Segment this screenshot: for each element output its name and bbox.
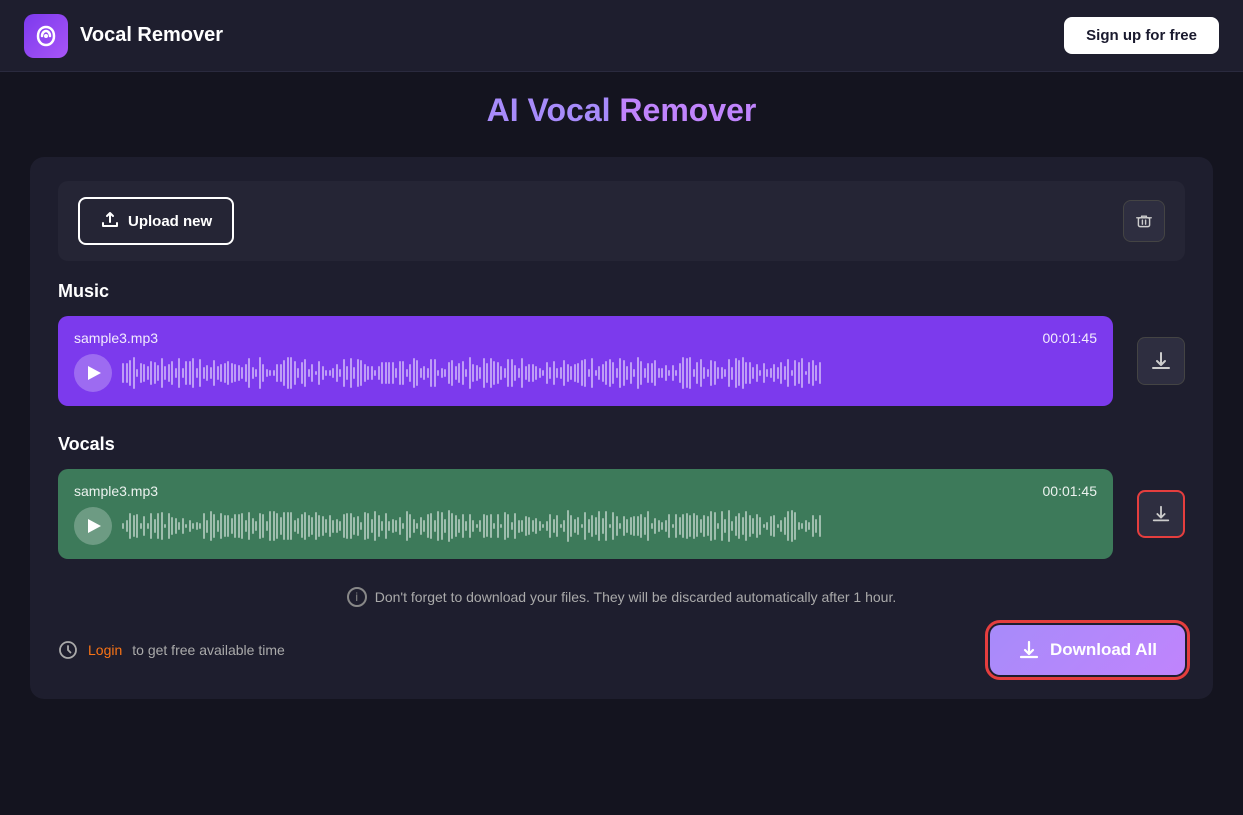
music-duration: 00:01:45 bbox=[1043, 330, 1098, 346]
app-logo bbox=[24, 14, 68, 58]
music-audio-card: sample3.mp3 00:01:45 bbox=[58, 316, 1113, 406]
music-play-icon bbox=[88, 366, 101, 380]
bottom-row: Login to get free available time Downloa… bbox=[58, 625, 1185, 675]
header-left: Vocal Remover bbox=[24, 14, 223, 58]
clock-icon bbox=[58, 640, 78, 660]
login-suffix: to get free available time bbox=[132, 642, 285, 658]
music-card-inner: sample3.mp3 00:01:45 bbox=[74, 330, 1097, 392]
login-row: Login to get free available time bbox=[58, 640, 285, 660]
vocals-play-icon bbox=[88, 519, 101, 533]
upload-new-button[interactable]: Upload new bbox=[78, 197, 234, 245]
vocals-section: Vocals sample3.mp3 00:01:45 bbox=[58, 434, 1185, 559]
download-all-label: Download All bbox=[1050, 640, 1157, 660]
page-title-wrap: AI Vocal Remover bbox=[30, 92, 1213, 129]
vocals-waveform-row bbox=[74, 507, 1097, 545]
vocals-section-title: Vocals bbox=[58, 434, 1185, 455]
music-download-button[interactable] bbox=[1137, 337, 1185, 385]
delete-button[interactable] bbox=[1123, 200, 1165, 242]
info-icon: i bbox=[347, 587, 367, 607]
upload-icon bbox=[100, 209, 120, 233]
music-waveform bbox=[122, 355, 1097, 391]
upload-bar: Upload new bbox=[58, 181, 1185, 261]
footer-notice-text: Don't forget to download your files. The… bbox=[375, 589, 896, 605]
vocals-waveform bbox=[122, 508, 1097, 544]
vocals-play-button[interactable] bbox=[74, 507, 112, 545]
vocals-filename-row: sample3.mp3 00:01:45 bbox=[74, 483, 1097, 499]
download-all-icon bbox=[1018, 639, 1040, 661]
page-title-rest: Remover bbox=[611, 92, 757, 128]
header-title: Vocal Remover bbox=[80, 24, 223, 47]
page-title: AI Vocal Remover bbox=[487, 92, 757, 128]
footer-notice: i Don't forget to download your files. T… bbox=[58, 587, 1185, 607]
vocals-download-button[interactable] bbox=[1137, 490, 1185, 538]
music-filename: sample3.mp3 bbox=[74, 330, 158, 346]
music-section: Music sample3.mp3 00:01:45 bbox=[58, 281, 1185, 406]
vocals-card-inner: sample3.mp3 00:01:45 bbox=[74, 483, 1097, 545]
signup-button[interactable]: Sign up for free bbox=[1064, 17, 1219, 54]
music-section-title: Music bbox=[58, 281, 1185, 302]
upload-new-label: Upload new bbox=[128, 213, 212, 230]
vocals-audio-card: sample3.mp3 00:01:45 bbox=[58, 469, 1113, 559]
music-filename-row: sample3.mp3 00:01:45 bbox=[74, 330, 1097, 346]
music-play-button[interactable] bbox=[74, 354, 112, 392]
music-waveform-row bbox=[74, 354, 1097, 392]
download-all-button[interactable]: Download All bbox=[990, 625, 1185, 675]
login-link[interactable]: Login bbox=[88, 642, 122, 658]
header: Vocal Remover Sign up for free bbox=[0, 0, 1243, 72]
page-title-ai: AI Vocal bbox=[487, 92, 611, 128]
vocals-duration: 00:01:45 bbox=[1043, 483, 1098, 499]
vocals-filename: sample3.mp3 bbox=[74, 483, 158, 499]
